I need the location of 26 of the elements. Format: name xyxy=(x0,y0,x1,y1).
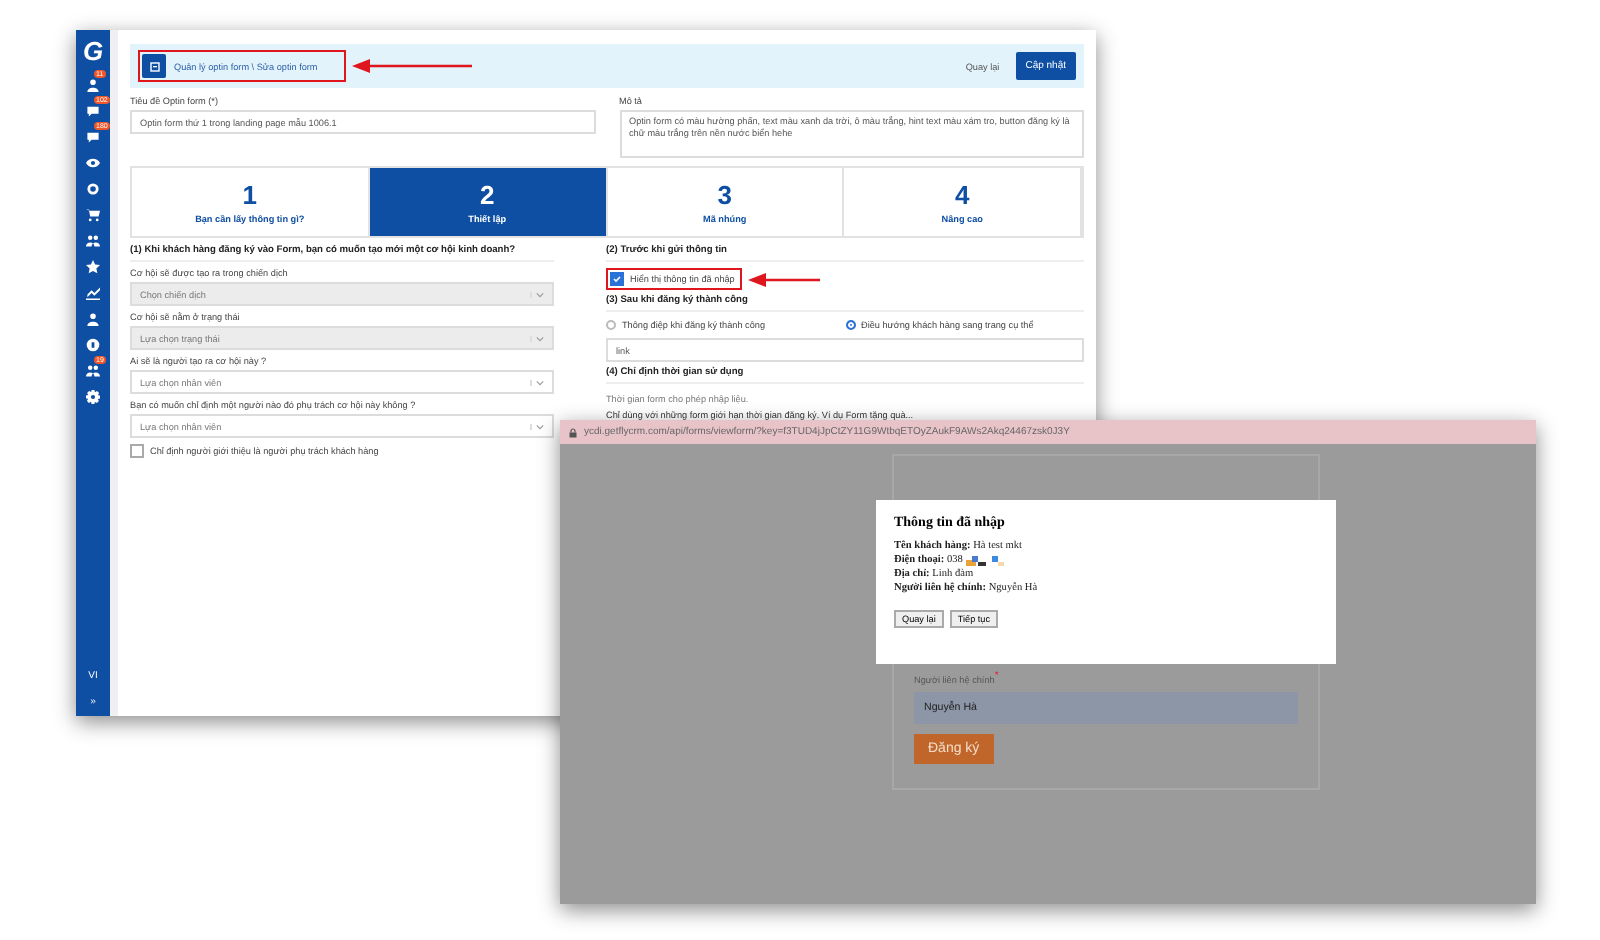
checkbox[interactable] xyxy=(610,272,624,286)
chevron-down-icon xyxy=(530,291,544,297)
checkbox[interactable] xyxy=(130,444,144,458)
chevron-down-icon xyxy=(530,335,544,341)
cart-icon[interactable] xyxy=(86,208,100,222)
annotation-arrow xyxy=(748,271,821,287)
logo: G xyxy=(82,36,104,66)
chevron-down-icon xyxy=(530,423,544,429)
group-icon[interactable] xyxy=(86,234,100,248)
redaction-drawing xyxy=(962,554,1007,568)
document-icon xyxy=(149,61,159,71)
chevron-down-icon xyxy=(530,379,544,385)
radio-button[interactable] xyxy=(606,320,616,330)
form-icon-button[interactable] xyxy=(142,54,166,78)
group-icon[interactable] xyxy=(86,364,100,378)
person-icon[interactable] xyxy=(86,78,100,92)
annotation-arrow xyxy=(351,58,472,74)
target-icon[interactable] xyxy=(86,182,100,196)
gear-icon[interactable] xyxy=(86,390,100,404)
chart-icon[interactable] xyxy=(86,286,100,300)
coin-icon[interactable] xyxy=(86,338,100,352)
lock-icon xyxy=(568,427,578,437)
eye-icon[interactable] xyxy=(86,156,100,170)
person-icon[interactable] xyxy=(86,312,100,326)
radio-button[interactable] xyxy=(845,320,855,330)
star-icon[interactable] xyxy=(86,260,100,274)
